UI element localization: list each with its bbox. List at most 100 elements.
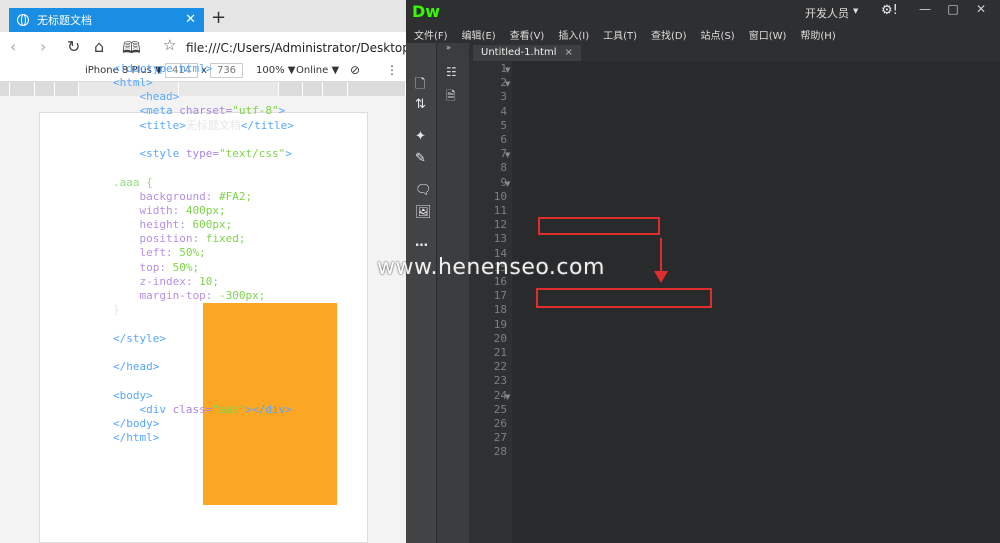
css-val-left: 50%;: [172, 246, 206, 259]
dw-titlebar: Dw 开发人员 ▼ ⚙! — □ ✕: [406, 0, 1000, 23]
height-input[interactable]: 736: [210, 63, 243, 78]
head-close: </head>: [113, 360, 160, 373]
new-tab-button[interactable]: +: [211, 7, 226, 28]
menu-tools[interactable]: 工具(T): [589, 23, 637, 43]
dw-menubar: 文件(F) 编辑(E) 查看(V) 插入(I) 工具(T) 查找(D) 站点(S…: [406, 23, 1000, 43]
sort-icon[interactable]: ⇅: [415, 97, 426, 112]
code-line-17: margin-top: -300px;: [113, 289, 266, 303]
url-input[interactable]: file:///C:/Users/Administrator/Desktop/新…: [186, 39, 438, 56]
code-line-7: <style type="text/css">: [113, 147, 292, 161]
forward-icon[interactable]: ›: [40, 37, 46, 56]
line-number: 10: [493, 189, 507, 203]
more-options-icon[interactable]: ⋮: [386, 63, 398, 77]
code-line-12: height: 600px;: [113, 218, 233, 232]
document-tab-label: Untitled-1.html: [481, 47, 557, 58]
reload-icon[interactable]: ↻: [67, 37, 80, 56]
css-val-width: 400px;: [179, 204, 226, 217]
line-number: 1: [500, 62, 507, 75]
style-close: </style>: [113, 332, 166, 345]
format-icon[interactable]: ✎: [415, 151, 426, 166]
line-number: 8: [500, 161, 507, 175]
menu-edit[interactable]: 编辑(E): [448, 23, 496, 43]
code-line-25: <div class="aaa"></div>: [113, 403, 292, 417]
menu-insert[interactable]: 插入(I): [544, 23, 589, 43]
line-number: 26: [493, 417, 507, 430]
line-number: 9: [500, 175, 507, 189]
css-prop-position: position:: [139, 232, 200, 245]
image-icon[interactable]: 🖼: [415, 205, 432, 220]
css-prop-background: background:: [139, 190, 213, 203]
favorite-star-icon[interactable]: ☆: [163, 36, 176, 54]
css-val-zindex: 10;: [192, 275, 219, 288]
css-prop-left: left:: [139, 246, 173, 259]
more-tools-icon[interactable]: …: [415, 235, 428, 250]
code-line-9: .aaa {: [113, 176, 153, 190]
css-close-brace: }: [113, 303, 120, 316]
minimize-icon[interactable]: —: [916, 2, 934, 16]
css-selector: .aaa {: [113, 176, 153, 189]
home-icon[interactable]: ⌂: [94, 37, 104, 56]
dom-tree-icon[interactable]: ☷: [446, 65, 457, 79]
comment-icon[interactable]: 🗨: [415, 183, 432, 198]
style-tag: <style: [139, 147, 180, 160]
style-end: >: [285, 147, 292, 160]
meta-attr: charset=: [172, 104, 233, 117]
line-number: 28: [493, 445, 507, 459]
fold-arrow-icon[interactable]: ▼: [505, 180, 510, 188]
close-window-icon[interactable]: ✕: [972, 2, 990, 16]
menu-view[interactable]: 查看(V): [496, 23, 545, 43]
chevron-down-icon[interactable]: ▼: [853, 7, 858, 15]
gear-icon[interactable]: ⚙!: [881, 3, 898, 18]
back-icon[interactable]: ‹: [10, 37, 16, 56]
css-prop-width: width:: [139, 204, 180, 217]
line-number: 3: [500, 90, 507, 104]
menu-window[interactable]: 窗口(W): [735, 23, 787, 43]
fold-arrow-icon[interactable]: ▼: [505, 393, 510, 401]
fold-arrow-icon[interactable]: ▼: [505, 80, 510, 88]
tab-title: 无标题文档: [37, 14, 92, 27]
line-number: 23: [493, 374, 507, 388]
menu-site[interactable]: 站点(S): [687, 23, 735, 43]
css-prop-height: height:: [139, 218, 186, 231]
wrap-tag-icon[interactable]: ✦: [415, 129, 426, 144]
new-file-icon[interactable]: 🗋: [415, 75, 425, 97]
css-val-margin-top: -300px;: [212, 289, 266, 302]
network-label: Online: [296, 65, 329, 76]
code-line-11: width: 400px;: [113, 204, 226, 218]
globe-icon: [17, 14, 29, 26]
menu-help[interactable]: 帮助(H): [786, 23, 835, 43]
document-tabs: Untitled-1.html ×: [469, 43, 1000, 61]
menu-find[interactable]: 查找(D): [637, 23, 687, 43]
expand-panel-icon[interactable]: »: [446, 43, 451, 52]
tab-strip: 无标题文档 ✕ +: [0, 0, 406, 32]
code-line-16: z-index: 10;: [113, 275, 219, 289]
line-number: 25: [493, 402, 507, 416]
workspace-switcher[interactable]: 开发人员: [805, 5, 849, 21]
code-line-5: <title>无标题文档</title>: [113, 119, 294, 133]
line-number: 27: [493, 431, 507, 445]
title-text: 无标题文档: [185, 119, 241, 132]
div-end: ></div>: [245, 403, 292, 416]
browser-window: 无标题文档 ✕ + ‹ › ↻ ⌂ 🕮 ☆ file:///C:/Users/A…: [0, 0, 438, 543]
document-tab[interactable]: Untitled-1.html ×: [473, 45, 581, 61]
close-document-icon[interactable]: ×: [564, 47, 572, 58]
line-number: 12: [493, 218, 507, 232]
code-line-14: left: 50%;: [113, 246, 206, 260]
maximize-icon[interactable]: □: [944, 2, 962, 16]
line-number: 21: [493, 346, 507, 359]
rotate-icon[interactable]: ⊘: [350, 63, 360, 77]
zoom-select[interactable]: 100% ▼: [256, 65, 295, 76]
files-panel-icon[interactable]: 🗎: [446, 87, 456, 108]
menu-file[interactable]: 文件(F): [406, 23, 448, 43]
browser-tab[interactable]: 无标题文档 ✕: [9, 8, 204, 32]
code-line-20: </style>: [113, 332, 166, 346]
network-select[interactable]: Online ▼: [296, 65, 339, 76]
code-line-22: </head>: [113, 360, 159, 374]
arrow-head-icon: [654, 271, 668, 283]
title-close: </title>: [240, 119, 294, 132]
line-number: 6: [500, 133, 507, 146]
fold-arrow-icon[interactable]: ▼: [505, 151, 510, 159]
fold-arrow-icon[interactable]: ▼: [505, 66, 510, 74]
height-highlight-box: [538, 217, 660, 235]
close-tab-icon[interactable]: ✕: [185, 12, 196, 27]
